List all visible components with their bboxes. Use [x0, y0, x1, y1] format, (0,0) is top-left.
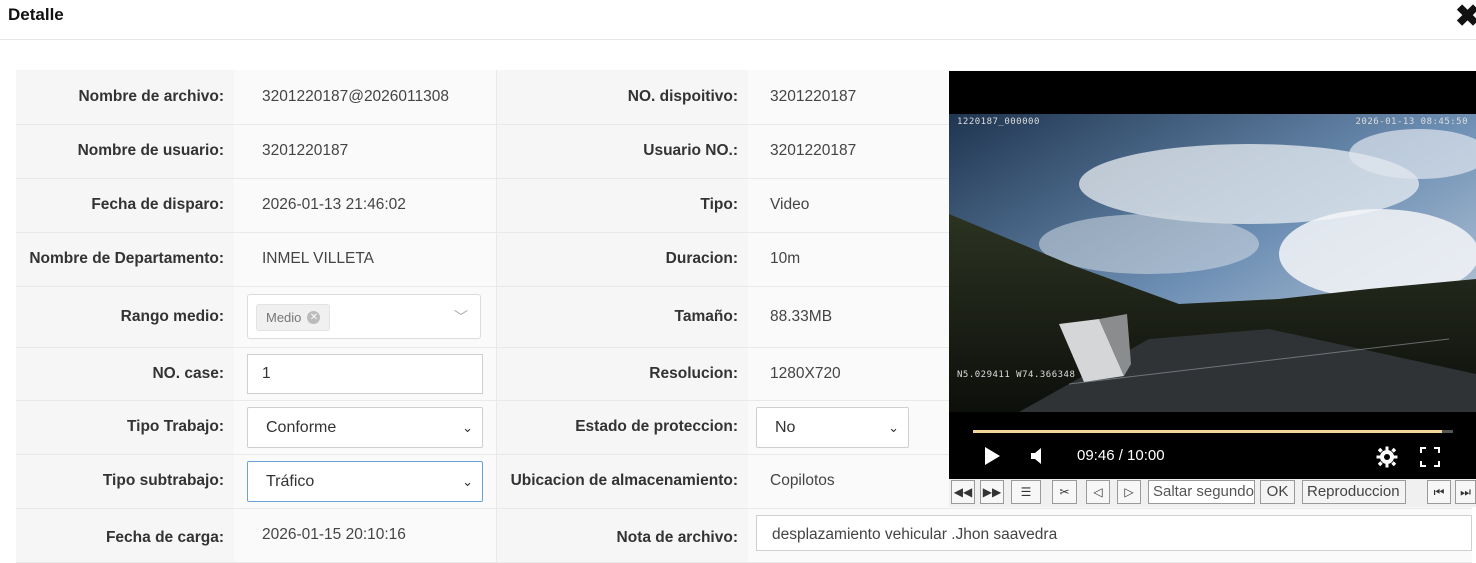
- chevron-down-icon: ⌄: [462, 473, 473, 489]
- rewind-icon[interactable]: ◀◀: [951, 480, 975, 504]
- close-icon[interactable]: ✖: [1455, 2, 1476, 32]
- osd-device-id: 1220187_000000: [957, 117, 1040, 127]
- progress-fill: [973, 430, 1442, 433]
- device-no-label: NO. dispoitivo:: [496, 70, 748, 125]
- ok-button[interactable]: OK: [1260, 480, 1295, 504]
- next-frame-icon[interactable]: ▷: [1117, 480, 1141, 504]
- work-type-select[interactable]: Conforme ⌄: [247, 406, 483, 448]
- work-type-label: Tipo Trabajo:: [16, 400, 234, 455]
- seek-seconds-input[interactable]: Saltar segundos: [1148, 480, 1255, 504]
- chevron-down-icon: ﹀: [454, 309, 468, 325]
- chevron-down-icon: ⌄: [462, 419, 473, 435]
- video-frame: 1220187_000000 2026-01-13 08:45:50 N5.02…: [949, 114, 1476, 412]
- osd-coordinates: N5.029411 W74.366348: [957, 370, 1075, 380]
- subwork-type-label: Tipo subtrabajo:: [16, 454, 234, 509]
- fullscreen-icon[interactable]: [1420, 447, 1440, 467]
- file-name-label: Nombre de archivo:: [16, 70, 234, 125]
- case-no-cell: 1: [234, 347, 497, 401]
- scissors-icon[interactable]: ✂: [1052, 480, 1077, 504]
- range-cell: Medio ✕ ﹀: [234, 286, 497, 348]
- upload-date-value: 2026-01-15 20:10:16: [234, 508, 497, 563]
- chevron-down-icon: ⌄: [888, 419, 899, 435]
- trigger-date-value: 2026-01-13 21:46:02: [234, 178, 497, 233]
- playback-button[interactable]: Reproduccion: [1302, 480, 1406, 504]
- range-multiselect[interactable]: Medio ✕ ﹀: [247, 294, 481, 339]
- case-no-label: NO. case:: [16, 347, 234, 401]
- player-toolbar: ◀◀ ▶▶ ☰ ✂ ◁ ▷ Saltar segundos OK Reprodu…: [949, 479, 1476, 507]
- skip-start-icon[interactable]: ⏮: [1427, 480, 1451, 504]
- volume-icon[interactable]: [1029, 447, 1047, 465]
- settings-gear-icon[interactable]: [1376, 446, 1398, 468]
- range-label: Rango medio:: [16, 286, 234, 348]
- user-no-label: Usuario NO.:: [496, 124, 748, 179]
- range-tag-label: Medio: [266, 310, 302, 325]
- protection-select[interactable]: No ⌄: [756, 406, 909, 448]
- skip-end-icon[interactable]: ⏭: [1455, 480, 1476, 504]
- subwork-type-cell: Tráfico ⌄: [234, 454, 497, 509]
- video-player[interactable]: 1220187_000000 2026-01-13 08:45:50 N5.02…: [949, 71, 1476, 479]
- type-label: Tipo:: [496, 178, 748, 233]
- protection-value: No: [775, 418, 796, 436]
- playlist-icon[interactable]: ☰: [1011, 480, 1041, 504]
- video-controls: 09:46 / 10:00: [949, 414, 1476, 479]
- remove-tag-icon[interactable]: ✕: [307, 311, 321, 325]
- osd-timestamp: 2026-01-13 08:45:50: [1356, 117, 1468, 127]
- department-label: Nombre de Departamento:: [16, 232, 234, 287]
- upload-date-label: Fecha de carga:: [16, 508, 234, 563]
- progress-bar[interactable]: [973, 430, 1453, 433]
- play-icon[interactable]: [983, 446, 1001, 466]
- duration-label: Duracion:: [496, 232, 748, 287]
- storage-label: Ubicacion de almacenamiento:: [496, 454, 748, 509]
- prev-frame-icon[interactable]: ◁: [1086, 480, 1110, 504]
- fast-forward-icon[interactable]: ▶▶: [980, 480, 1004, 504]
- department-value: INMEL VILLETA: [234, 232, 497, 287]
- user-name-value: 3201220187: [234, 124, 497, 179]
- user-name-label: Nombre de usuario:: [16, 124, 234, 179]
- protection-label: Estado de proteccion:: [496, 400, 748, 455]
- resolution-label: Resolucion:: [496, 347, 748, 401]
- file-name-value: 3201220187@2026011308: [234, 70, 497, 125]
- file-note-cell: desplazamiento vehicular .Jhon saavedra: [748, 508, 1472, 563]
- time-display: 09:46 / 10:00: [1077, 447, 1165, 464]
- file-note-label: Nota de archivo:: [496, 508, 748, 563]
- subwork-type-select[interactable]: Tráfico ⌄: [247, 460, 483, 502]
- case-no-input[interactable]: 1: [247, 353, 483, 394]
- dialog-header: Detalle ✖: [0, 0, 1476, 40]
- trigger-date-label: Fecha de disparo:: [16, 178, 234, 233]
- size-label: Tamaño:: [496, 286, 748, 348]
- form-row: Fecha de carga: 2026-01-15 20:10:16 Nota…: [16, 508, 1472, 563]
- subwork-type-value: Tráfico: [266, 472, 315, 490]
- work-type-cell: Conforme ⌄: [234, 400, 497, 455]
- work-type-value: Conforme: [266, 418, 337, 436]
- file-note-textarea[interactable]: desplazamiento vehicular .Jhon saavedra: [756, 514, 1472, 551]
- range-tag: Medio ✕: [256, 304, 331, 331]
- dialog-title: Detalle: [8, 5, 64, 24]
